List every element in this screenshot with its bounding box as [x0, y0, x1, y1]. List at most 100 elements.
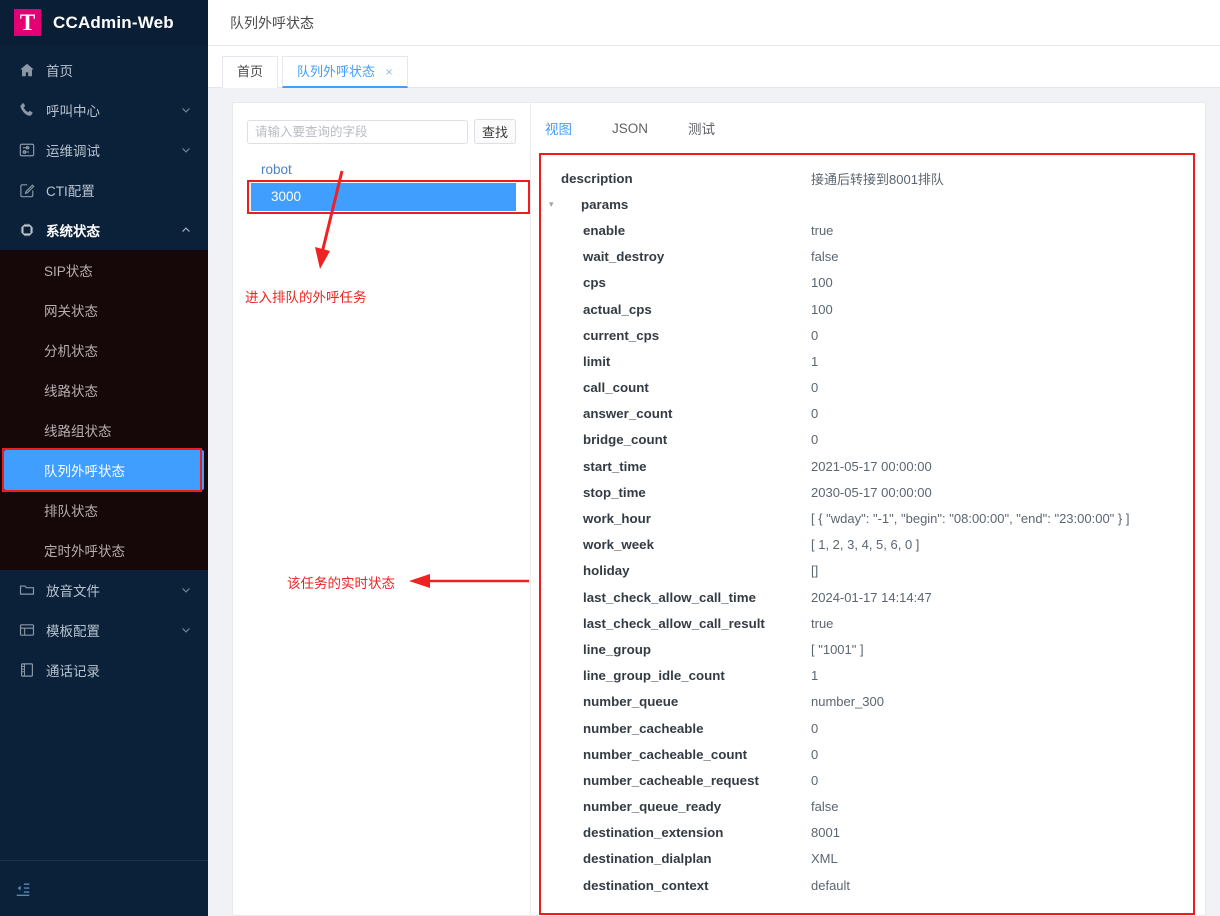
detail-key-label: bridge_count	[583, 432, 667, 447]
sidebar-item-template-config-label: 模板配置	[46, 620, 180, 640]
detail-key-cell: wait_destroy	[541, 249, 811, 264]
sidebar-item-system-status[interactable]: 系统状态	[0, 210, 208, 250]
detail-value: 2024-01-17 14:14:47	[811, 590, 932, 605]
detail-values-panel: description接通后转接到8001排队▾paramsenabletrue…	[539, 153, 1195, 915]
sidebar-subitem-label: 排队状态	[44, 500, 98, 520]
detail-row: number_queuenumber_300	[541, 689, 1193, 715]
detail-row: number_cacheable_request0	[541, 767, 1193, 793]
detail-key-cell: number_queue	[541, 694, 811, 709]
task-list-column: 查找 robot 3000 进入排队的外呼任务	[233, 103, 531, 915]
annotation-left-arrow-icon	[403, 571, 533, 591]
sidebar-subitem-label: 队列外呼状态	[44, 460, 125, 480]
detail-row: number_cacheable_count0	[541, 741, 1193, 767]
detail-key-cell: number_cacheable_request	[541, 773, 811, 788]
sidebar-subitem-label: 分机状态	[44, 340, 98, 360]
chevron-down-icon[interactable]: ▾	[549, 199, 559, 210]
sidebar-item-audio-files[interactable]: 放音文件	[0, 570, 208, 610]
detail-row: enable true	[541, 217, 1193, 243]
detail-key-cell: work_hour	[541, 511, 811, 526]
detail-key-cell: holiday	[541, 563, 811, 578]
close-icon[interactable]: ×	[386, 65, 393, 79]
detail-row: actual_cps100	[541, 296, 1193, 322]
detail-key-cell: stop_time	[541, 485, 811, 500]
detail-row: line_group_idle_count1	[541, 663, 1193, 689]
sidebar-item-ops-debug-label: 运维调试	[46, 140, 180, 160]
sidebar-subitem-gateway-status[interactable]: 网关状态	[0, 290, 208, 330]
tree-node-robot[interactable]: robot	[247, 156, 516, 183]
detail-tab-view[interactable]: 视图	[545, 118, 572, 144]
sidebar-item-cti-config-label: CTI配置	[46, 180, 192, 200]
tab-home[interactable]: 首页	[222, 56, 278, 88]
detail-key-cell: line_group	[541, 642, 811, 657]
detail-value: 2021-05-17 00:00:00	[811, 459, 932, 474]
detail-row: last_check_allow_call_time 2024-01-17 14:…	[541, 584, 1193, 610]
detail-value: 0	[811, 747, 818, 762]
detail-key-label: number_cacheable	[583, 721, 703, 736]
chevron-down-icon	[180, 624, 192, 636]
detail-key-cell: last_check_allow_call_time	[541, 590, 811, 605]
detail-value: [ 1, 2, 3, 4, 5, 6, 0 ]	[811, 537, 919, 552]
detail-row: last_check_allow_call_resulttrue	[541, 610, 1193, 636]
sidebar-item-call-records-label: 通话记录	[46, 660, 192, 680]
annotation-text-queue-task: 进入排队的外呼任务	[245, 286, 367, 306]
detail-key-label: enable	[583, 223, 625, 238]
sidebar-subitem-queue-outbound-status[interactable]: 队列外呼状态	[4, 450, 204, 490]
detail-key-label: actual_cps	[583, 302, 652, 317]
edit-square-icon	[18, 181, 36, 199]
sidebar-item-system-status-label: 系统状态	[46, 220, 180, 240]
sidebar-item-ops-debug[interactable]: 运维调试	[0, 130, 208, 170]
task-tree: robot 3000	[247, 156, 516, 211]
detail-row: call_count 0	[541, 375, 1193, 401]
detail-key-label: last_check_allow_call_time	[583, 590, 756, 605]
detail-key-label: stop_time	[583, 485, 646, 500]
detail-value: 0	[811, 380, 818, 395]
sidebar-item-call-records[interactable]: 通话记录	[0, 650, 208, 690]
sidebar-subitem-line-group-status[interactable]: 线路组状态	[0, 410, 208, 450]
sidebar-subitem-line-status[interactable]: 线路状态	[0, 370, 208, 410]
detail-row: wait_destroyfalse	[541, 244, 1193, 270]
search-input[interactable]	[247, 120, 468, 144]
detail-row: answer_count0	[541, 401, 1193, 427]
detail-value: 8001	[811, 825, 840, 840]
detail-value: default	[811, 878, 850, 893]
detail-key-label: start_time	[583, 459, 647, 474]
annotation-text-realtime-status: 该任务的实时状态	[287, 572, 395, 592]
detail-row: current_cps0	[541, 322, 1193, 348]
detail-tab-json[interactable]: JSON	[612, 121, 648, 142]
sidebar-item-call-center-label: 呼叫中心	[46, 100, 180, 120]
detail-row: number_cacheable0	[541, 715, 1193, 741]
detail-key-label: work_hour	[583, 511, 651, 526]
search-button[interactable]: 查找	[474, 119, 516, 144]
tree-node-3000[interactable]: 3000	[251, 183, 516, 211]
detail-key-cell: current_cps	[541, 328, 811, 343]
page-title: 队列外呼状态	[230, 13, 314, 33]
detail-row: number_queue_readyfalse	[541, 794, 1193, 820]
content-area: 查找 robot 3000 进入排队的外呼任务	[208, 88, 1220, 916]
sidebar-item-cti-config[interactable]: CTI配置	[0, 170, 208, 210]
detail-key-cell: number_cacheable	[541, 721, 811, 736]
chevron-down-icon	[180, 104, 192, 116]
detail-key-label: work_week	[583, 537, 654, 552]
sidebar-subitem-extension-status[interactable]: 分机状态	[0, 330, 208, 370]
detail-tab-test[interactable]: 测试	[688, 118, 715, 144]
sidebar-item-template-config[interactable]: 模板配置	[0, 610, 208, 650]
detail-value: []	[811, 563, 818, 578]
detail-values-list: description接通后转接到8001排队▾paramsenabletrue…	[541, 155, 1193, 898]
detail-value: 接通后转接到8001排队	[811, 169, 944, 188]
collapse-sidebar-icon[interactable]	[14, 880, 32, 898]
tab-queue-outbound-status[interactable]: 队列外呼状态 ×	[282, 56, 408, 88]
detail-value: 0	[811, 773, 818, 788]
sidebar-subitem-scheduled-outbound-status[interactable]: 定时外呼状态	[0, 530, 208, 570]
tree-node-3000-wrap: 3000	[247, 183, 516, 211]
sidebar-item-home[interactable]: 首页	[0, 50, 208, 90]
sidebar-item-call-center[interactable]: 呼叫中心	[0, 90, 208, 130]
detail-value: 0	[811, 328, 818, 343]
sidebar-subitem-queue-status[interactable]: 排队状态	[0, 490, 208, 530]
detail-key-label: call_count	[583, 380, 649, 395]
detail-value: true	[811, 223, 833, 238]
detail-value: [ { "wday": "-1", "begin": "08:00:00", "…	[811, 511, 1129, 526]
detail-row: destination_dialplanXML	[541, 846, 1193, 872]
detail-value: 1	[811, 354, 818, 369]
detail-key-cell: limit	[541, 354, 811, 369]
sidebar-subitem-sip-status[interactable]: SIP状态	[0, 250, 208, 290]
